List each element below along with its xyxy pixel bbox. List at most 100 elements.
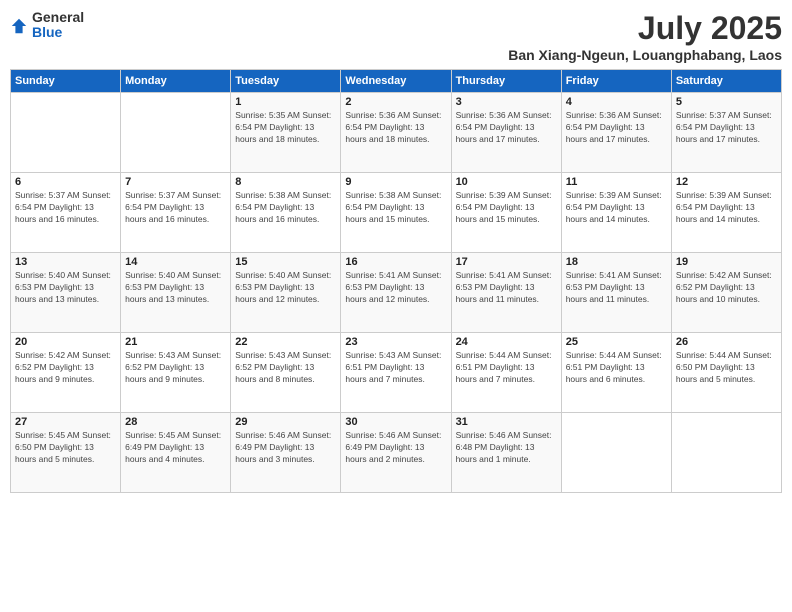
calendar-cell [561,413,671,493]
day-info: Sunrise: 5:38 AM Sunset: 6:54 PM Dayligh… [345,190,446,226]
day-info: Sunrise: 5:41 AM Sunset: 6:53 PM Dayligh… [456,270,557,306]
day-info: Sunrise: 5:46 AM Sunset: 6:49 PM Dayligh… [235,430,336,466]
day-info: Sunrise: 5:39 AM Sunset: 6:54 PM Dayligh… [676,190,777,226]
calendar-cell: 17 Sunrise: 5:41 AM Sunset: 6:53 PM Dayli… [451,253,561,333]
day-number: 30 [345,416,446,428]
day-info: Sunrise: 5:36 AM Sunset: 6:54 PM Dayligh… [566,110,667,146]
day-number: 4 [566,96,667,108]
day-info: Sunrise: 5:42 AM Sunset: 6:52 PM Dayligh… [15,350,116,386]
day-info: Sunrise: 5:39 AM Sunset: 6:54 PM Dayligh… [566,190,667,226]
calendar-cell: 3 Sunrise: 5:36 AM Sunset: 6:54 PM Daylig… [451,93,561,173]
calendar-cell: 24Sunrise: 5:44 AM Sunset: 6:51 PM Dayli… [451,333,561,413]
day-info: Sunrise: 5:40 AM Sunset: 6:53 PM Dayligh… [15,270,116,306]
title-block: July 2025 Ban Xiang-Ngeun, Louangphabang… [508,10,782,63]
day-number: 25 [566,336,667,348]
day-info: Sunrise: 5:36 AM Sunset: 6:54 PM Dayligh… [456,110,557,146]
day-number: 24 [456,336,557,348]
calendar-cell: 23 Sunrise: 5:43 AM Sunset: 6:51 PM Dayli… [341,333,451,413]
day-number: 14 [125,256,226,268]
day-info: Sunrise: 5:39 AM Sunset: 6:54 PM Dayligh… [456,190,557,226]
calendar-cell: 22Sunrise: 5:43 AM Sunset: 6:52 PM Dayli… [231,333,341,413]
calendar-cell: 8 Sunrise: 5:38 AM Sunset: 6:54 PM Daylig… [231,173,341,253]
calendar-cell: 5Sunrise: 5:37 AM Sunset: 6:54 PM Daylig… [671,93,781,173]
day-number: 12 [676,176,777,188]
day-info: Sunrise: 5:45 AM Sunset: 6:49 PM Dayligh… [125,430,226,466]
day-info: Sunrise: 5:43 AM Sunset: 6:51 PM Dayligh… [345,350,446,386]
calendar-week-2: 6 Sunrise: 5:37 AM Sunset: 6:54 PM Daylig… [11,173,782,253]
calendar-cell: 12 Sunrise: 5:39 AM Sunset: 6:54 PM Dayli… [671,173,781,253]
day-number: 29 [235,416,336,428]
day-number: 28 [125,416,226,428]
calendar-cell: 15 Sunrise: 5:40 AM Sunset: 6:53 PM Dayli… [231,253,341,333]
day-info: Sunrise: 5:40 AM Sunset: 6:53 PM Dayligh… [235,270,336,306]
day-number: 16 [345,256,446,268]
day-number: 20 [15,336,116,348]
calendar-cell: 29 Sunrise: 5:46 AM Sunset: 6:49 PM Dayli… [231,413,341,493]
logo-blue: Blue [32,25,84,40]
day-info: Sunrise: 5:37 AM Sunset: 6:54 PM Dayligh… [15,190,116,226]
day-number: 31 [456,416,557,428]
day-number: 5 [676,96,777,108]
calendar-cell: 27Sunrise: 5:45 AM Sunset: 6:50 PM Dayli… [11,413,121,493]
day-info: Sunrise: 5:37 AM Sunset: 6:54 PM Dayligh… [125,190,226,226]
logo: General Blue [10,10,84,41]
day-number: 11 [566,176,667,188]
day-number: 23 [345,336,446,348]
calendar-cell: 13 Sunrise: 5:40 AM Sunset: 6:53 PM Dayli… [11,253,121,333]
calendar-cell: 20 Sunrise: 5:42 AM Sunset: 6:52 PM Dayli… [11,333,121,413]
day-number: 26 [676,336,777,348]
page-header: General Blue July 2025 Ban Xiang-Ngeun, … [10,10,782,63]
calendar-cell [11,93,121,173]
calendar-cell: 26 Sunrise: 5:44 AM Sunset: 6:50 PM Dayli… [671,333,781,413]
day-info: Sunrise: 5:44 AM Sunset: 6:51 PM Dayligh… [566,350,667,386]
day-number: 21 [125,336,226,348]
calendar-cell: 18Sunrise: 5:41 AM Sunset: 6:53 PM Dayli… [561,253,671,333]
calendar-week-4: 20 Sunrise: 5:42 AM Sunset: 6:52 PM Dayli… [11,333,782,413]
weekday-header-saturday: Saturday [671,70,781,93]
day-number: 17 [456,256,557,268]
day-number: 10 [456,176,557,188]
month-title: July 2025 [508,10,782,47]
logo-icon [10,17,28,35]
calendar-week-5: 27Sunrise: 5:45 AM Sunset: 6:50 PM Dayli… [11,413,782,493]
day-info: Sunrise: 5:35 AM Sunset: 6:54 PM Dayligh… [235,110,336,146]
calendar-cell: 4 Sunrise: 5:36 AM Sunset: 6:54 PM Daylig… [561,93,671,173]
day-number: 7 [125,176,226,188]
day-info: Sunrise: 5:38 AM Sunset: 6:54 PM Dayligh… [235,190,336,226]
day-number: 1 [235,96,336,108]
day-number: 6 [15,176,116,188]
day-info: Sunrise: 5:41 AM Sunset: 6:53 PM Dayligh… [345,270,446,306]
day-number: 15 [235,256,336,268]
day-number: 18 [566,256,667,268]
weekday-header-thursday: Thursday [451,70,561,93]
calendar-cell: 9Sunrise: 5:38 AM Sunset: 6:54 PM Daylig… [341,173,451,253]
calendar-cell: 25 Sunrise: 5:44 AM Sunset: 6:51 PM Dayli… [561,333,671,413]
weekday-header-row: SundayMondayTuesdayWednesdayThursdayFrid… [11,70,782,93]
day-number: 8 [235,176,336,188]
calendar-cell: 19Sunrise: 5:42 AM Sunset: 6:52 PM Dayli… [671,253,781,333]
day-info: Sunrise: 5:44 AM Sunset: 6:50 PM Dayligh… [676,350,777,386]
calendar-cell: 21Sunrise: 5:43 AM Sunset: 6:52 PM Dayli… [121,333,231,413]
location-title: Ban Xiang-Ngeun, Louangphabang, Laos [508,47,782,63]
calendar-cell [671,413,781,493]
calendar-cell: 1 Sunrise: 5:35 AM Sunset: 6:54 PM Daylig… [231,93,341,173]
calendar-cell: 30Sunrise: 5:46 AM Sunset: 6:49 PM Dayli… [341,413,451,493]
day-info: Sunrise: 5:42 AM Sunset: 6:52 PM Dayligh… [676,270,777,306]
calendar-cell: 31 Sunrise: 5:46 AM Sunset: 6:48 PM Dayli… [451,413,561,493]
day-number: 13 [15,256,116,268]
day-number: 22 [235,336,336,348]
calendar-cell: 2Sunrise: 5:36 AM Sunset: 6:54 PM Daylig… [341,93,451,173]
calendar-cell: 7 Sunrise: 5:37 AM Sunset: 6:54 PM Daylig… [121,173,231,253]
calendar-week-3: 13 Sunrise: 5:40 AM Sunset: 6:53 PM Dayli… [11,253,782,333]
calendar-cell: 14Sunrise: 5:40 AM Sunset: 6:53 PM Dayli… [121,253,231,333]
weekday-header-friday: Friday [561,70,671,93]
calendar-cell: 10 Sunrise: 5:39 AM Sunset: 6:54 PM Dayli… [451,173,561,253]
day-number: 2 [345,96,446,108]
weekday-header-tuesday: Tuesday [231,70,341,93]
logo-general: General [32,10,84,25]
weekday-header-sunday: Sunday [11,70,121,93]
logo-text: General Blue [32,10,84,41]
weekday-header-monday: Monday [121,70,231,93]
day-info: Sunrise: 5:46 AM Sunset: 6:48 PM Dayligh… [456,430,557,466]
day-number: 3 [456,96,557,108]
